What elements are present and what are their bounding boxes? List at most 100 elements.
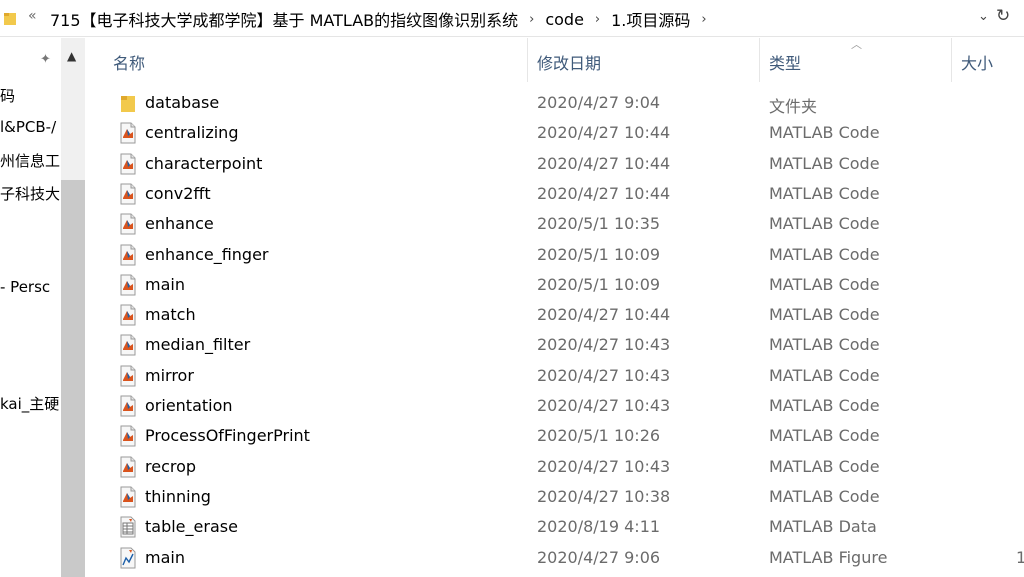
chevron-right-icon[interactable]: › <box>692 12 715 27</box>
file-row[interactable]: characterpoint 2020/4/27 10:44 MATLAB Code <box>110 149 1024 179</box>
nav-item[interactable]: kai_主硬 <box>0 393 61 414</box>
file-name: match <box>145 305 196 325</box>
file-type: MATLAB Code <box>769 153 880 173</box>
file-date: 2020/4/27 10:38 <box>537 486 671 506</box>
pin-icon[interactable]: ✦ <box>40 52 51 67</box>
chevron-down-icon[interactable]: ⌄ <box>978 9 989 24</box>
column-divider[interactable] <box>527 38 528 82</box>
nav-item[interactable]: 码 <box>0 85 61 106</box>
file-row[interactable]: main 2020/5/1 10:09 MATLAB Code <box>110 270 1024 300</box>
file-name: mirror <box>145 365 194 385</box>
file-explorer-window: « 715【电子科技大学成都学院】基于 MATLAB的指纹图像识别系统 › co… <box>0 0 1024 577</box>
file-name: centralizing <box>145 123 239 143</box>
matlab-data-icon <box>118 516 138 538</box>
file-name: enhance_finger <box>145 244 269 264</box>
file-size: 1 <box>1016 547 1024 567</box>
matlab-code-icon <box>118 425 138 447</box>
breadcrumb-item-code[interactable]: code <box>543 10 586 29</box>
file-row[interactable]: enhance_finger 2020/5/1 10:09 MATLAB Code <box>110 240 1024 270</box>
sort-caret-icon: ︿ <box>851 38 862 51</box>
file-date: 2020/4/27 10:43 <box>537 456 671 476</box>
file-date: 2020/5/1 10:09 <box>537 244 661 264</box>
file-type: MATLAB Code <box>769 274 880 294</box>
column-header-date[interactable]: 修改日期 <box>537 50 601 74</box>
file-row[interactable]: thinning 2020/4/27 10:38 MATLAB Code <box>110 482 1024 512</box>
file-name: orientation <box>145 396 233 415</box>
file-row[interactable]: recrop 2020/4/27 10:43 MATLAB Code <box>110 452 1024 482</box>
breadcrumb-overflow-button[interactable]: « <box>28 8 37 24</box>
file-row[interactable]: median_filter 2020/4/27 10:43 MATLAB Code <box>110 330 1024 360</box>
matlab-code-icon <box>118 395 138 417</box>
file-date: 2020/4/27 10:44 <box>537 153 671 173</box>
column-header-size[interactable]: 大小 <box>961 50 993 74</box>
file-date: 2020/5/1 10:09 <box>537 274 661 294</box>
file-row[interactable]: main 2020/4/27 9:06 MATLAB Figure 1 <box>110 543 1024 573</box>
column-header-name[interactable]: 名称 <box>113 50 145 74</box>
file-row[interactable]: ProcessOfFingerPrint 2020/5/1 10:26 MATLAB… <box>110 421 1024 451</box>
folder-icon <box>4 13 16 25</box>
refresh-icon[interactable]: ↻ <box>996 6 1010 26</box>
file-date: 2020/4/27 9:06 <box>537 547 661 567</box>
file-type: MATLAB Data <box>769 517 877 537</box>
matlab-figure-icon <box>118 547 138 569</box>
matlab-code-icon <box>118 304 138 326</box>
file-row[interactable]: mirror 2020/4/27 10:43 MATLAB Code <box>110 361 1024 391</box>
file-type: MATLAB Code <box>769 123 880 143</box>
file-name: database <box>145 93 220 112</box>
file-row[interactable]: centralizing 2020/4/27 10:44 MATLAB Code <box>110 118 1024 148</box>
breadcrumb-item-project[interactable]: 715【电子科技大学成都学院】基于 MATLAB的指纹图像识别系统 <box>48 7 520 31</box>
file-row[interactable]: orientation 2020/4/27 10:43 MATLAB Code <box>110 391 1024 421</box>
file-name: conv2fft <box>145 183 211 203</box>
column-divider[interactable] <box>759 38 760 82</box>
file-type: MATLAB Code <box>769 396 880 415</box>
file-date: 2020/5/1 10:35 <box>537 214 661 234</box>
matlab-code-icon <box>118 122 138 144</box>
nav-item[interactable]: 州信息工 <box>0 150 61 171</box>
file-type: 文件夹 <box>769 97 818 116</box>
file-type: MATLAB Code <box>769 305 880 325</box>
nav-scrollbar-thumb[interactable] <box>61 180 85 577</box>
matlab-code-icon <box>118 486 138 508</box>
file-name: ProcessOfFingerPrint <box>145 426 310 446</box>
file-date: 2020/4/27 10:44 <box>537 305 671 325</box>
file-date: 2020/4/27 10:43 <box>537 365 671 385</box>
column-header-type[interactable]: 类型 <box>769 50 801 74</box>
file-type: MATLAB Code <box>769 486 880 506</box>
chevron-up-icon[interactable]: ▲ <box>67 49 76 63</box>
file-type: MATLAB Code <box>769 214 880 234</box>
breadcrumb: 715【电子科技大学成都学院】基于 MATLAB的指纹图像识别系统 › code… <box>48 7 716 31</box>
matlab-code-icon <box>118 456 138 478</box>
breadcrumb-item-source[interactable]: 1.项目源码 <box>609 7 692 31</box>
matlab-code-icon <box>118 334 138 356</box>
file-type: MATLAB Code <box>769 335 880 355</box>
matlab-code-icon <box>118 213 138 235</box>
nav-item[interactable]: - Persc <box>0 278 61 296</box>
file-name: table_erase <box>145 517 238 537</box>
file-row[interactable]: match 2020/4/27 10:44 MATLAB Code <box>110 300 1024 330</box>
file-name: main <box>145 547 185 567</box>
file-date: 2020/8/19 4:11 <box>537 517 661 537</box>
file-type: MATLAB Figure <box>769 547 888 567</box>
file-row[interactable]: enhance 2020/5/1 10:35 MATLAB Code <box>110 209 1024 239</box>
matlab-code-icon <box>118 274 138 296</box>
file-date: 2020/4/27 10:43 <box>537 335 671 355</box>
file-row[interactable]: table_erase 2020/8/19 4:11 MATLAB Data <box>110 512 1024 542</box>
address-bar[interactable]: « 715【电子科技大学成都学院】基于 MATLAB的指纹图像识别系统 › co… <box>0 0 1024 37</box>
folder-icon <box>118 92 138 114</box>
file-date: 2020/4/27 10:43 <box>537 396 671 415</box>
file-date: 2020/4/27 10:44 <box>537 183 671 203</box>
file-row[interactable]: database 2020/4/27 9:04 文件夹 <box>110 88 1024 118</box>
file-name: characterpoint <box>145 153 263 173</box>
file-row[interactable]: conv2fft 2020/4/27 10:44 MATLAB Code <box>110 179 1024 209</box>
matlab-code-icon <box>118 244 138 266</box>
nav-item[interactable]: l&PCB-/ <box>0 118 61 136</box>
file-name: thinning <box>145 486 211 506</box>
nav-item[interactable]: 子科技大 <box>0 183 61 204</box>
column-divider[interactable] <box>951 38 952 82</box>
matlab-code-icon <box>118 153 138 175</box>
chevron-right-icon[interactable]: › <box>520 12 543 27</box>
matlab-code-icon <box>118 183 138 205</box>
chevron-right-icon[interactable]: › <box>586 12 609 27</box>
matlab-code-icon <box>118 365 138 387</box>
file-type: MATLAB Code <box>769 426 880 446</box>
